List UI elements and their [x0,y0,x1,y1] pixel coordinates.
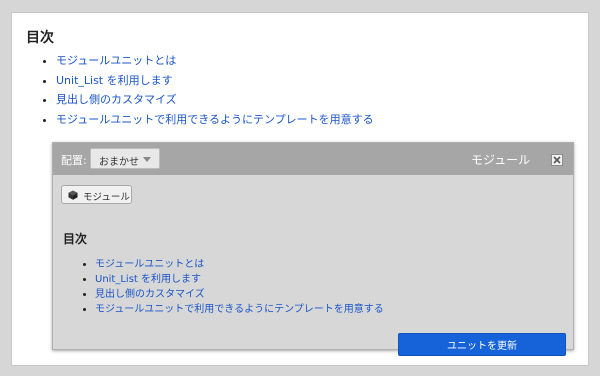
unit-toc-link-heading-customize[interactable]: 見出し側のカスタマイズ [95,289,205,300]
toc-link-module-unit[interactable]: モジュールユニットとは [56,54,176,67]
cube-icon [68,190,78,200]
toc-link-unit-list[interactable]: Unit_List を利用します [56,74,173,87]
toc-list: モジュールユニットとは Unit_List を利用します 見出し側のカスタマイズ… [40,51,374,129]
unit-toc-heading: 目次 [63,232,88,246]
toc-item: モジュールユニットとは [56,51,374,71]
unit-toc-link-unit-list[interactable]: Unit_List を利用します [95,274,201,285]
toc-item: 見出し側のカスタマイズ [56,90,374,110]
module-tag-button[interactable]: モジュール [61,185,132,204]
toc-item: Unit_List を利用します [56,71,374,91]
placement-label: 配置: [61,154,87,167]
close-icon [553,156,561,164]
toc-item: モジュールユニットで利用できるようにテンプレートを用意する [56,110,374,130]
module-tag-label: モジュール [83,192,130,203]
unit-toc-item: モジュールユニットで利用できるようにテンプレートを用意する [95,302,384,317]
content-frame: 目次 モジュールユニットとは Unit_List を利用します 見出し側のカスタ… [11,12,589,366]
unit-toc-item: Unit_List を利用します [95,272,384,287]
chevron-down-icon [143,157,151,162]
unit-toc-item: モジュールユニットとは [95,257,384,272]
unit-type-title: モジュール [471,153,531,167]
unit-toc-link-template[interactable]: モジュールユニットで利用できるようにテンプレートを用意する [95,304,384,315]
unit-toc-link-module-unit[interactable]: モジュールユニットとは [95,259,204,270]
toc-link-heading-customize[interactable]: 見出し側のカスタマイズ [56,93,177,106]
update-unit-button[interactable]: ユニットを更新 [398,333,566,356]
close-button[interactable] [551,154,563,166]
unit-toc-item: 見出し側のカスタマイズ [95,287,384,302]
module-unit-panel: 配置: おまかせ モジュール モジュール 目次 モジュールユ [52,142,574,356]
unit-toc-list: モジュールユニットとは Unit_List を利用します 見出し側のカスタマイズ… [81,257,384,317]
placement-select[interactable]: おまかせ [90,148,160,169]
placement-select-value: おまかせ [99,157,139,168]
toc-link-template[interactable]: モジュールユニットで利用できるようにテンプレートを用意する [56,113,374,126]
toc-heading: 目次 [26,30,54,46]
unit-header: 配置: おまかせ モジュール [53,143,573,175]
